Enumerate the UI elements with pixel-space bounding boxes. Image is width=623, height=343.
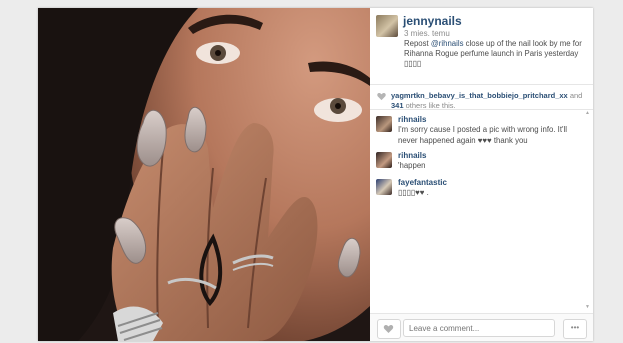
heart-icon	[383, 325, 394, 333]
comment-footer: •••	[370, 313, 593, 341]
post-photo[interactable]	[38, 8, 370, 341]
comment-text: 'happen	[398, 161, 426, 170]
comment-username[interactable]: rihnails	[398, 151, 426, 160]
commenter-avatar[interactable]	[376, 179, 392, 195]
post-timestamp[interactable]: 3 mies. temu	[404, 29, 450, 38]
commenter-avatar[interactable]	[376, 152, 392, 168]
comment-input[interactable]	[403, 319, 555, 337]
likes-suffix: others like this.	[403, 100, 456, 110]
comment-username[interactable]: rihnails	[398, 115, 426, 124]
post-details-panel: jennynails 3 mies. temu Repost @rihnails…	[370, 8, 593, 341]
likes-and: and	[567, 91, 583, 100]
likers-link[interactable]: yagmrtkn_bebavy_is_that_bobbiejo_pritcha…	[391, 91, 568, 100]
author-avatar[interactable]	[376, 15, 398, 37]
more-options-button[interactable]: •••	[563, 319, 587, 339]
likes-count[interactable]: 341	[391, 101, 404, 110]
heart-icon	[377, 92, 386, 101]
caption-mention-link[interactable]: @rihnails	[431, 39, 464, 48]
like-button[interactable]	[377, 319, 401, 339]
post-photo-image	[38, 8, 370, 341]
author-username[interactable]: jennynails	[403, 14, 462, 28]
post-modal: jennynails 3 mies. temu Repost @rihnails…	[38, 8, 593, 341]
caption-prefix: Repost	[404, 39, 431, 48]
comment-text: ▯▯▯▯♥♥ .	[398, 188, 429, 197]
scroll-up-arrow-icon[interactable]: ▲	[585, 110, 590, 116]
likes-text: yagmrtkn_bebavy_is_that_bobbiejo_pritcha…	[391, 91, 591, 110]
post-caption: Repost @rihnails close up of the nail lo…	[404, 39, 590, 69]
comment-username[interactable]: fayefantastic	[398, 178, 447, 187]
commenter-avatar[interactable]	[376, 116, 392, 132]
scroll-down-arrow-icon[interactable]: ▼	[585, 304, 590, 310]
comment-text: I'm sorry cause I posted a pic with wron…	[398, 125, 567, 145]
likes-bar: yagmrtkn_bebavy_is_that_bobbiejo_pritcha…	[370, 84, 593, 110]
